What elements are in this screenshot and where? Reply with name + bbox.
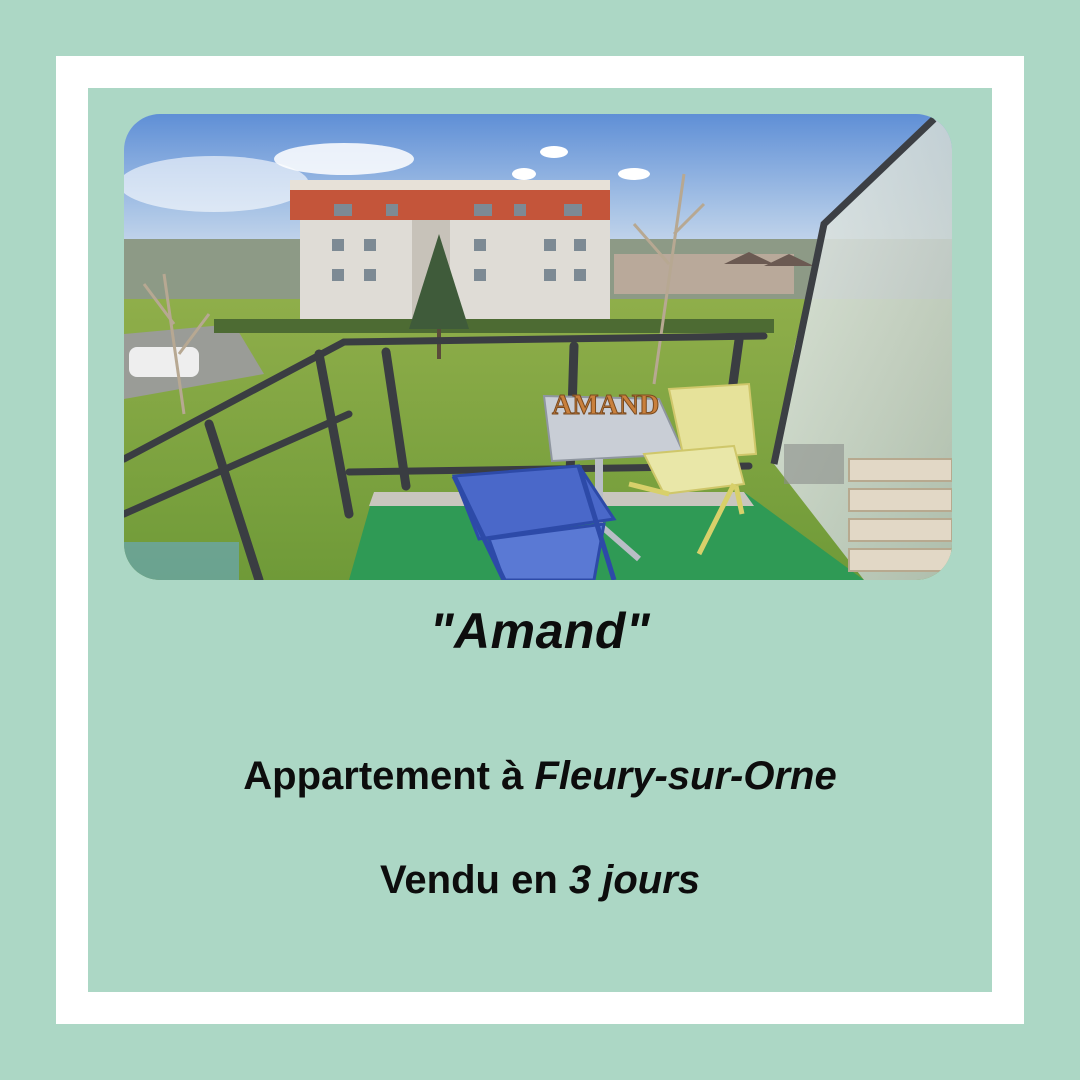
balcony-photo: AMAND [124, 114, 952, 580]
location-text: Fleury-sur-Orne [534, 754, 837, 798]
listing-name: "Amand" [429, 603, 651, 659]
sold-line: Vendu en 3 jours [88, 858, 992, 903]
sold-duration: 3 jours [568, 858, 701, 902]
property-prefix: Appartement à [243, 754, 524, 798]
amand-sign: AMAND [552, 390, 659, 421]
property-line: Appartement à Fleury-sur-Orne [88, 754, 992, 799]
sold-prefix: Vendu en [379, 858, 558, 902]
